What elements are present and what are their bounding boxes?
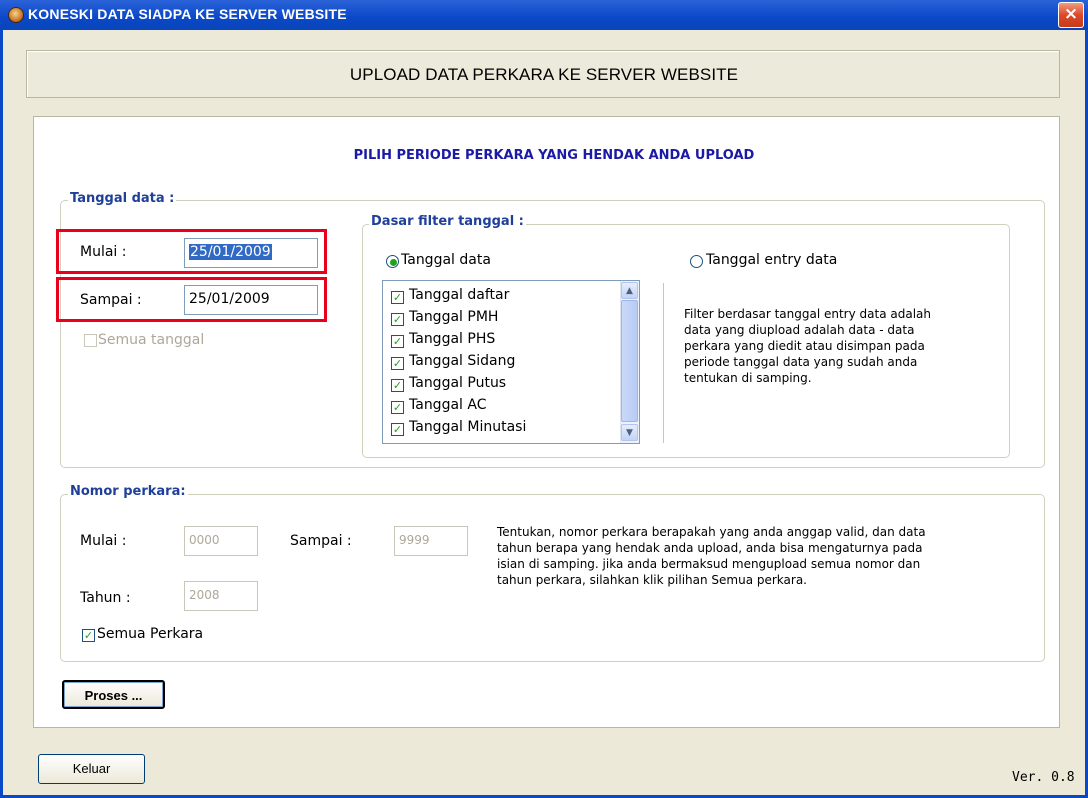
tahun-label: Tahun : — [80, 590, 131, 606]
radio-tanggal-entry[interactable] — [690, 255, 703, 268]
checkbox-checked[interactable]: ✓ — [391, 357, 404, 370]
app-icon — [8, 7, 24, 23]
checkbox-checked[interactable]: ✓ — [391, 313, 404, 326]
scroll-thumb[interactable] — [621, 300, 638, 422]
checkbox-checked[interactable]: ✓ — [391, 335, 404, 348]
radio-selected-dot — [390, 259, 397, 266]
semua-perkara-checkbox[interactable]: ✓ — [82, 629, 95, 642]
checkbox-checked[interactable]: ✓ — [391, 423, 404, 436]
divider — [663, 283, 664, 443]
dasar-filter-legend: Dasar filter tanggal : — [369, 214, 526, 229]
scroll-up-icon[interactable]: ▲ — [621, 282, 638, 299]
scroll-down-icon[interactable]: ▼ — [621, 424, 638, 441]
header-title: UPLOAD DATA PERKARA KE SERVER WEBSITE — [349, 65, 739, 84]
sampai-label: Sampai : — [80, 292, 142, 308]
close-button[interactable]: × — [1058, 2, 1084, 28]
proses-button[interactable]: Proses ... — [62, 680, 165, 709]
mulai-date-input[interactable]: 25/01/2009 — [184, 238, 318, 268]
nomor-mulai-label: Mulai : — [80, 533, 127, 549]
nomor-mulai-input[interactable]: 0000 — [184, 526, 258, 556]
mulai-label: Mulai : — [80, 244, 127, 260]
semua-perkara-label: Semua Perkara — [97, 626, 204, 642]
keluar-button[interactable]: Keluar — [38, 754, 145, 784]
nomor-perkara-legend: Nomor perkara: — [68, 484, 188, 499]
radio-tanggal-entry-label: Tanggal entry data — [706, 252, 838, 268]
checkbox-checked[interactable]: ✓ — [391, 401, 404, 414]
radio-tanggal-data[interactable] — [386, 255, 399, 268]
checkbox-checked[interactable]: ✓ — [391, 291, 404, 304]
radio-tanggal-data-label: Tanggal data — [401, 252, 491, 268]
sampai-date-input[interactable]: 25/01/2009 — [184, 285, 318, 315]
mulai-date-value: 25/01/2009 — [189, 244, 272, 260]
instruction-text: PILIH PERIODE PERKARA YANG HENDAK ANDA U… — [353, 148, 755, 163]
window-title: KONESKI DATA SIADPA KE SERVER WEBSITE — [28, 6, 347, 22]
header-banner: UPLOAD DATA PERKARA KE SERVER WEBSITE — [26, 50, 1060, 98]
filter-date-listbox[interactable]: ✓ Tanggal daftar ✓ Tanggal PMH ✓ Tanggal… — [382, 280, 640, 444]
nomor-sampai-input[interactable]: 9999 — [394, 526, 468, 556]
checkbox-checked[interactable]: ✓ — [391, 379, 404, 392]
nomor-sampai-label: Sampai : — [290, 533, 352, 549]
tanggal-data-legend: Tanggal data : — [68, 191, 177, 206]
listbox-scrollbar[interactable]: ▲ ▼ — [620, 281, 639, 443]
semua-tanggal-checkbox[interactable] — [84, 334, 97, 347]
version-label: Ver. 0.8 — [1012, 770, 1075, 785]
semua-tanggal-label: Semua tanggal — [98, 332, 205, 348]
tahun-input[interactable]: 2008 — [184, 581, 258, 611]
nomor-info-text: Tentukan, nomor perkara berapakah yang a… — [497, 525, 926, 587]
filter-info-text: Filter berdasar tanggal entry data adala… — [684, 307, 931, 385]
